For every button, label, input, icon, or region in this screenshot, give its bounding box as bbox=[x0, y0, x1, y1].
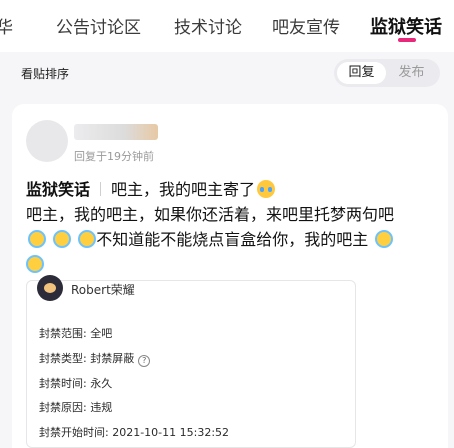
tab-announcement[interactable]: 公告讨论区 bbox=[56, 13, 141, 38]
halo-face-icon bbox=[53, 230, 72, 248]
halo-face-icon bbox=[26, 255, 44, 273]
tab-promo[interactable]: 吧友宣传 bbox=[272, 13, 340, 38]
post-body: 吧主，我的吧主，如果你还活着，来吧里托梦两句吧 不知道能不能烧点盲盒给你，我的吧… bbox=[26, 202, 440, 277]
post-body-line: 吧主，我的吧主，如果你还活着，来吧里托梦两句吧 bbox=[26, 205, 395, 224]
ban-duration: 封禁时间: 永久 bbox=[39, 377, 113, 390]
halo-face-icon bbox=[375, 230, 394, 248]
post-body-line bbox=[26, 252, 440, 277]
post-title-text: 吧主，我的吧主寄了 bbox=[111, 180, 256, 199]
title-divider bbox=[100, 182, 102, 196]
ban-type: 封禁类型: 封禁屏蔽? bbox=[39, 350, 151, 367]
sort-by-publish-button[interactable]: 发布 bbox=[387, 62, 436, 84]
post-title[interactable]: 监狱笑话 吧主，我的吧主寄了 bbox=[26, 176, 276, 200]
avatar[interactable] bbox=[26, 120, 68, 162]
tab-tech[interactable]: 技术讨论 bbox=[174, 13, 242, 38]
ban-user-avatar bbox=[37, 275, 63, 301]
ban-reason: 封禁原因: 违规 bbox=[39, 401, 113, 414]
sort-toggle: 回复 发布 bbox=[334, 59, 440, 87]
sort-label: 看贴排序 bbox=[21, 67, 70, 81]
active-tab-indicator bbox=[398, 38, 416, 42]
tab-jinghua[interactable]: 华 bbox=[0, 13, 13, 38]
username-redacted bbox=[74, 124, 158, 140]
reply-time: 回复于19分钟前 bbox=[74, 150, 154, 163]
tab-prison-jokes[interactable]: 监狱笑话 bbox=[370, 13, 442, 39]
ban-start-time: 封禁开始时间: 2021-10-11 15:32:52 bbox=[39, 426, 230, 439]
halo-face-icon bbox=[78, 230, 97, 248]
sort-by-reply-button[interactable]: 回复 bbox=[337, 62, 386, 84]
forum-name[interactable]: 监狱笑话 bbox=[26, 180, 90, 199]
ban-type-text: 封禁类型: 封禁屏蔽 bbox=[39, 352, 135, 365]
forum-tab-bar: 华 公告讨论区 技术讨论 吧友宣传 监狱笑话 bbox=[0, 0, 454, 52]
post-body-line: 不知道能不能烧点盲盒给你，我的吧主 bbox=[26, 227, 440, 252]
ban-scope: 封禁范围: 全吧 bbox=[39, 327, 113, 340]
crying-face-icon bbox=[257, 180, 276, 198]
ban-user-name: Robert荣耀 bbox=[71, 283, 135, 297]
ban-record-image[interactable]: Robert荣耀 封禁范围: 全吧 封禁类型: 封禁屏蔽? 封禁时间: 永久 封… bbox=[26, 275, 356, 448]
halo-face-icon bbox=[28, 230, 46, 248]
question-circle-icon[interactable]: ? bbox=[138, 355, 151, 367]
post-body-text: 不知道能不能烧点盲盒给你，我的吧主 bbox=[96, 230, 369, 249]
